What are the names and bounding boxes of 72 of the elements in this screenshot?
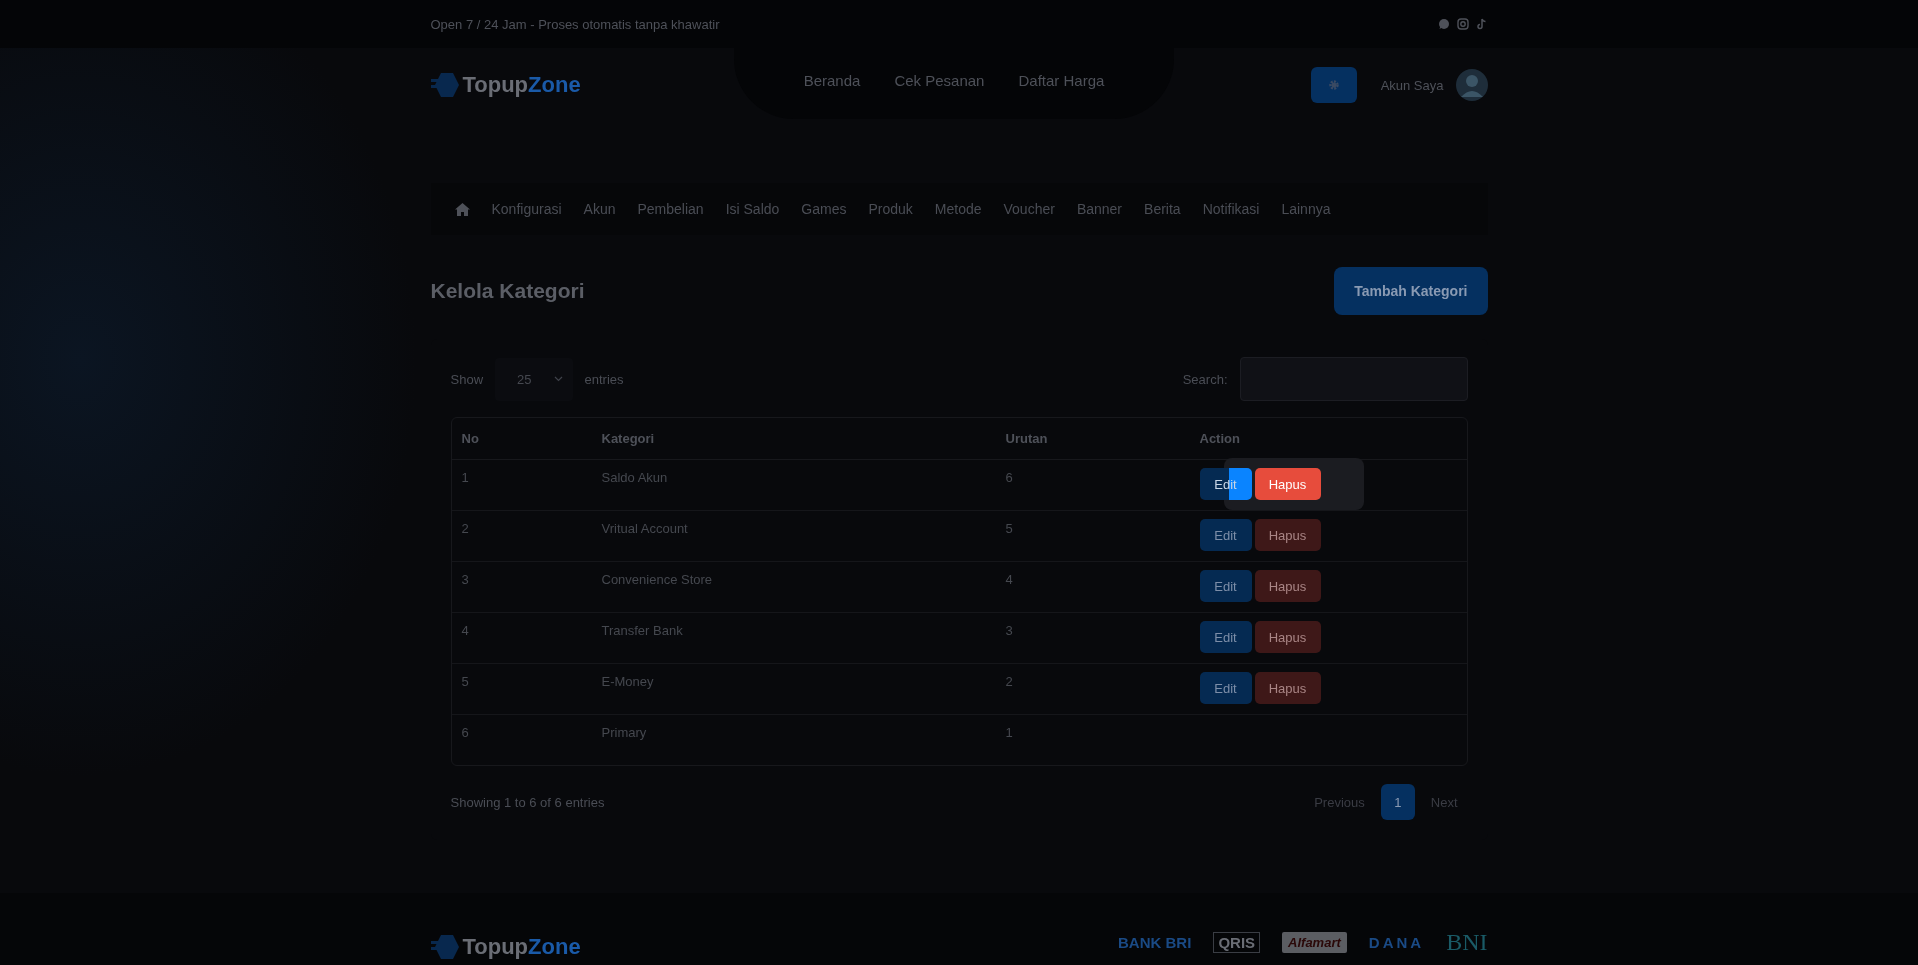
delete-button[interactable]: Hapus bbox=[1254, 468, 1321, 500]
edit-button[interactable]: Edit bbox=[1199, 519, 1252, 551]
table-cell: 5 bbox=[995, 511, 1190, 562]
table-cell: 1 bbox=[451, 460, 592, 511]
page-size-select[interactable]: 25 bbox=[495, 357, 573, 401]
table-info: Showing 1 to 6 of 6 entries bbox=[450, 794, 605, 810]
edit-button[interactable]: Edit bbox=[1199, 621, 1252, 653]
table-cell: 3 bbox=[995, 613, 1190, 664]
payment-logo: Alfamart bbox=[1282, 932, 1347, 953]
table-cell: Saldo Akun bbox=[591, 460, 996, 511]
menu-link[interactable]: Voucher bbox=[1003, 201, 1055, 217]
settings-button[interactable] bbox=[1310, 67, 1357, 103]
payment-logo: DANA bbox=[1368, 934, 1425, 951]
menu-link[interactable]: Games bbox=[801, 201, 847, 217]
payment-logo: BANK BRI bbox=[1118, 934, 1192, 951]
menu-link[interactable]: Pembelian bbox=[637, 201, 704, 217]
table-cell: 4 bbox=[451, 613, 592, 664]
table-cell: Convenience Store bbox=[591, 562, 996, 613]
nav-link[interactable]: Cek Pesanan bbox=[894, 71, 985, 89]
table-cell: Transfer Bank bbox=[591, 613, 996, 664]
column-header: Kategori bbox=[591, 418, 996, 460]
avatar[interactable] bbox=[1455, 69, 1488, 101]
whatsapp-icon[interactable] bbox=[1437, 18, 1450, 30]
table-cell: 2 bbox=[451, 511, 592, 562]
delete-button[interactable]: Hapus bbox=[1254, 570, 1321, 602]
account-label[interactable]: Akun Saya bbox=[1380, 77, 1444, 93]
edit-button[interactable]: Edit bbox=[1199, 672, 1252, 704]
show-label: Show bbox=[450, 371, 484, 387]
table-cell-text: 6 bbox=[460, 724, 470, 742]
nav-link[interactable]: Daftar Harga bbox=[1018, 71, 1105, 89]
menu-link[interactable]: Metode bbox=[934, 201, 982, 217]
delete-button[interactable]: Hapus bbox=[1254, 672, 1321, 704]
menu-link[interactable]: Produk bbox=[868, 201, 913, 217]
delete-button[interactable]: Hapus bbox=[1254, 519, 1321, 551]
table-cell-text: Primary bbox=[600, 724, 648, 742]
instagram-icon[interactable] bbox=[1456, 18, 1469, 30]
table-cell: 6 bbox=[995, 460, 1190, 511]
payment-logo: QRIS bbox=[1213, 932, 1261, 953]
search-label: Search: bbox=[1182, 371, 1228, 387]
chevron-down-icon bbox=[553, 376, 563, 382]
page-button[interactable]: Next bbox=[1420, 786, 1468, 818]
menu-link[interactable]: Berita bbox=[1144, 201, 1181, 217]
settings-icon bbox=[1327, 79, 1340, 91]
home-icon[interactable] bbox=[454, 202, 470, 216]
tiktok-icon[interactable] bbox=[1475, 18, 1488, 30]
menu-link[interactable]: Isi Saldo bbox=[725, 201, 780, 217]
page-title: Kelola Kategori bbox=[430, 279, 585, 303]
table-cell: E-Money bbox=[591, 664, 996, 715]
entries-label: entries bbox=[584, 371, 624, 387]
menu-link[interactable]: Notifikasi bbox=[1202, 201, 1260, 217]
menu-link[interactable]: Akun bbox=[583, 201, 616, 217]
top-bar-text: Open 7 / 24 Jam - Proses otomatis tanpa khawatir bbox=[430, 16, 720, 32]
menu-link[interactable]: Konfigurasi bbox=[491, 201, 562, 217]
brand-logo[interactable]: TopupZone bbox=[430, 71, 611, 99]
table-cell: 4 bbox=[995, 562, 1190, 613]
menu-link[interactable]: Lainnya bbox=[1281, 201, 1331, 217]
nav-link[interactable]: Beranda bbox=[803, 71, 861, 89]
table-cell: 5 bbox=[451, 664, 592, 715]
add-category-button[interactable]: Tambah Kategori bbox=[1334, 267, 1488, 315]
brand-logo[interactable]: TopupZone bbox=[430, 933, 611, 961]
table-cell: Vritual Account bbox=[591, 511, 996, 562]
payment-logo: BNI bbox=[1446, 929, 1488, 956]
column-header: Urutan bbox=[995, 418, 1190, 460]
table-cell-text: 1 bbox=[1004, 724, 1014, 742]
table-cell: 3 bbox=[451, 562, 592, 613]
column-header: No bbox=[451, 418, 592, 460]
page-button[interactable]: 1 bbox=[1380, 784, 1415, 820]
menu-link[interactable]: Banner bbox=[1076, 201, 1123, 217]
edit-button[interactable]: Edit bbox=[1199, 570, 1252, 602]
delete-button[interactable]: Hapus bbox=[1254, 621, 1321, 653]
page-button[interactable]: Previous bbox=[1304, 786, 1375, 818]
table-cell: 2 bbox=[995, 664, 1190, 715]
